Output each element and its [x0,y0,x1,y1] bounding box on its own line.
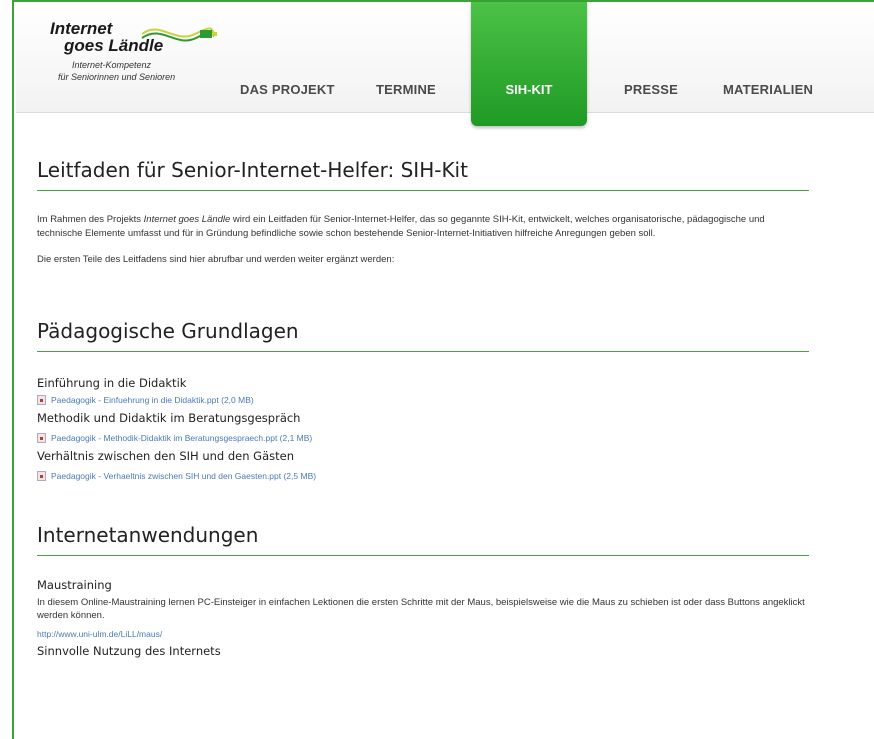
main-content: Leitfaden für Senior-Internet-Helfer: SI… [37,150,809,658]
logo-tagline-1: Internet-Kompetenz [72,60,152,70]
item-description: In diesem Online-Maustraining lernen PC-… [37,596,805,622]
file-link[interactable]: Paedagogik - Verhaeltnis zwischen SIH un… [37,470,809,481]
section-paedagogik-list: Einführung in die Didaktik Paedagogik - … [37,376,809,481]
site-header: Internet goes Ländle Internet-Kompetenz … [16,2,874,126]
item-heading: Maustraining [37,577,112,592]
item-heading: Sinnvolle Nutzung des Internets [37,643,221,658]
ppt-file-icon [37,394,46,405]
file-link[interactable]: Paedagogik - Methodik-Didaktik im Beratu… [37,432,809,443]
file-link-text: Paedagogik - Methodik-Didaktik im Beratu… [51,432,313,443]
nav-das-projekt[interactable]: DAS PROJEKT [240,82,335,97]
logo-cable-icon [141,27,217,42]
section-internet-list: Maustraining In diesem Online-Maustraini… [37,578,809,658]
file-link[interactable]: Paedagogik - Einfuehrung in die Didaktik… [37,394,809,405]
nav-termine[interactable]: TERMINE [376,82,436,97]
section-title-paedagogik: Pädagogische Grundlagen [37,319,809,352]
item-heading: Einführung in die Didaktik [37,375,187,390]
item-heading: Methodik und Didaktik im Beratungsgesprä… [37,410,301,425]
item-heading: Verhältnis zwischen den SIH und den Gäst… [37,448,294,463]
file-link-text: Paedagogik - Verhaeltnis zwischen SIH un… [51,470,317,481]
logo-line1: Internet [50,19,113,38]
file-link-text: Paedagogik - Einfuehrung in die Didaktik… [51,394,254,405]
ppt-file-icon [37,432,46,443]
page-title: Leitfaden für Senior-Internet-Helfer: SI… [37,158,809,191]
nav-sih-kit-label: SIH-KIT [505,82,553,97]
ppt-file-icon [37,470,46,481]
external-link[interactable]: http://www.uni-ulm.de/LiLL/maus/ [37,629,809,639]
nav-sih-kit[interactable]: SIH-KIT [471,2,587,126]
section-title-internetanwendungen: Internetanwendungen [37,523,809,556]
nav-presse[interactable]: PRESSE [624,82,678,97]
intro-project-name: Internet goes Ländle [143,214,231,225]
nav-materialien[interactable]: MATERIALIEN [723,82,813,97]
site-logo[interactable]: Internet goes Ländle Internet-Kompetenz … [50,20,240,110]
logo-tagline-2: für Seniorinnen und Senioren [58,72,176,82]
intro-paragraph-2: Die ersten Teile des Leitfadens sind hie… [37,254,395,265]
intro-paragraph: Im Rahmen des Projekts Internet goes Län… [37,213,809,240]
intro-text-a: Im Rahmen des Projekts [37,214,144,225]
